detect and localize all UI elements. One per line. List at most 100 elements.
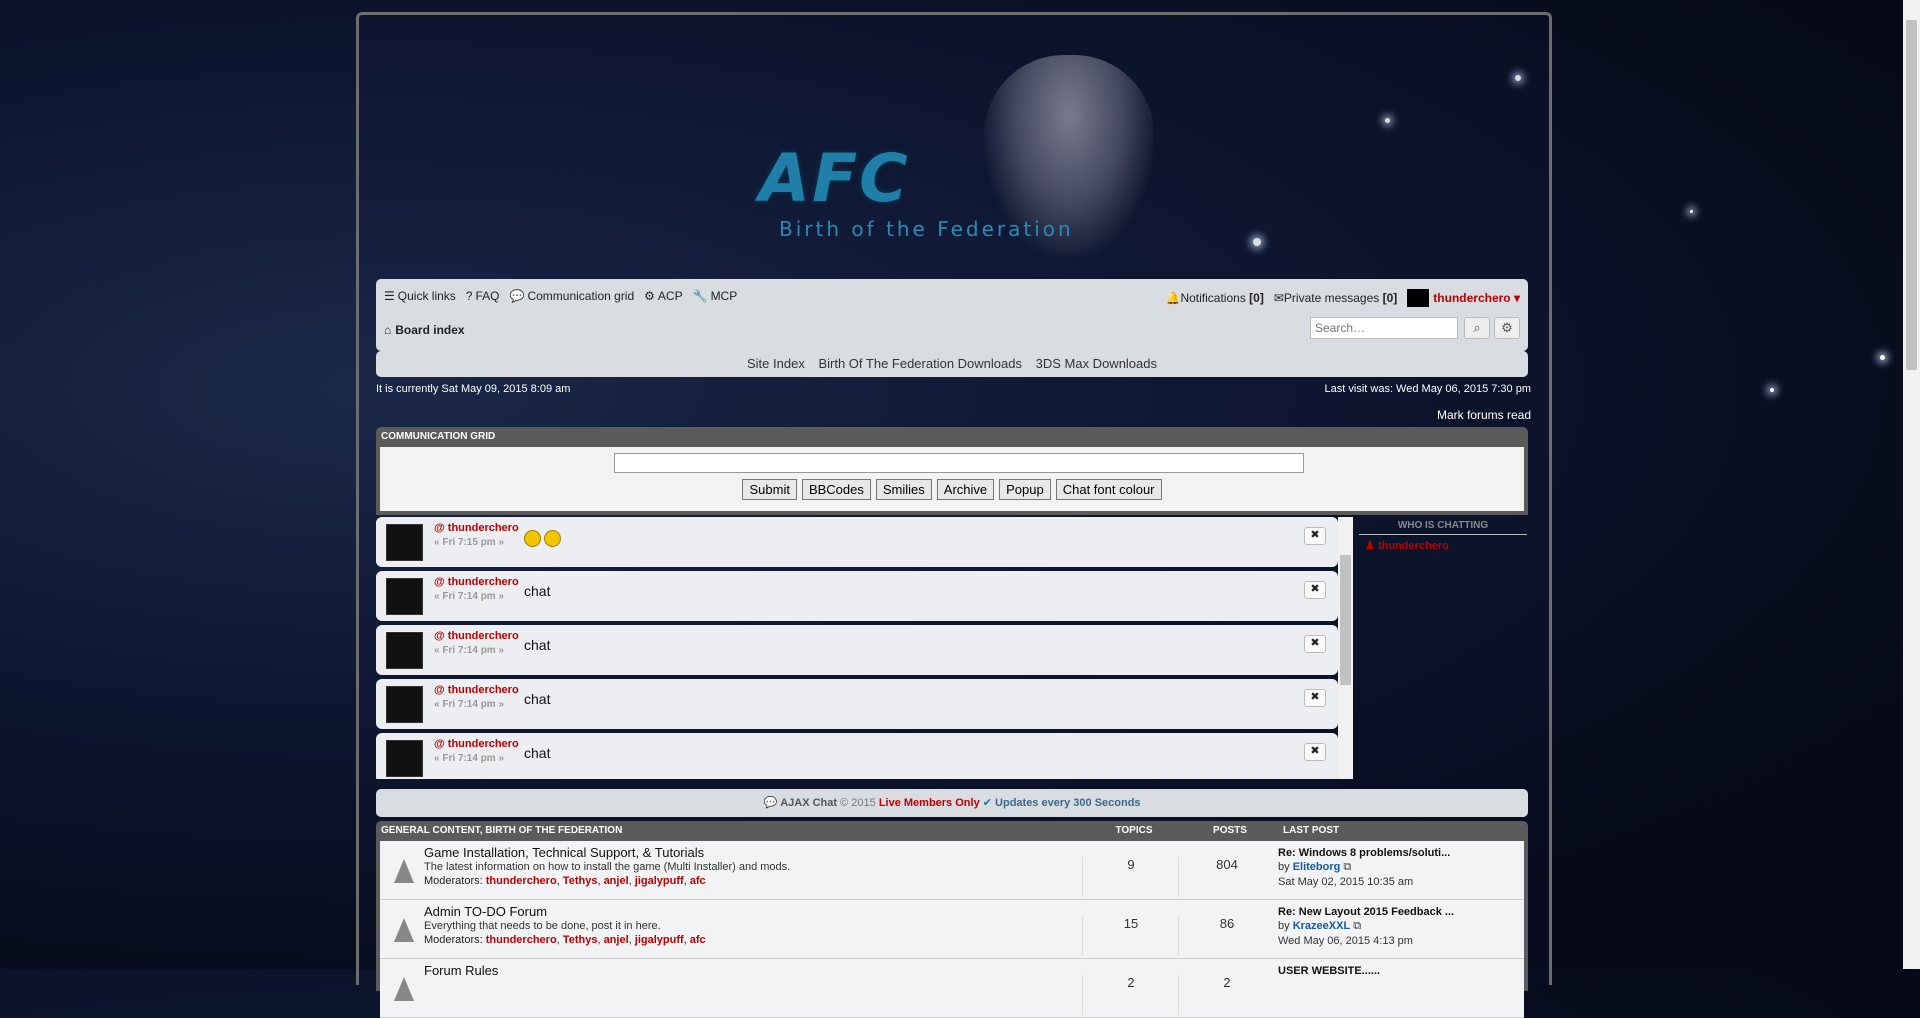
moderator-link[interactable]: thunderchero — [486, 934, 557, 946]
communication-grid-link[interactable]: 💬 Communication grid — [509, 289, 634, 303]
page-scrollbar[interactable] — [1903, 0, 1920, 969]
moderator-link[interactable]: Tethys — [563, 875, 598, 887]
quick-links-label: Quick links — [397, 289, 456, 303]
faq-label: FAQ — [475, 289, 500, 303]
chat-text: chat — [524, 583, 551, 599]
search-input[interactable] — [1310, 317, 1458, 339]
chat-message-list[interactable]: @ thunderchero « Fri 7:15 pm » ✖ @ thund… — [376, 517, 1338, 779]
quick-links-menu[interactable]: ☰ Quick links — [384, 289, 456, 303]
chat-username[interactable]: @ thunderchero — [434, 684, 519, 696]
advanced-search-button[interactable]: ⚙ — [1494, 317, 1520, 339]
last-post: Re: Windows 8 problems/soluti... by Elit… — [1278, 847, 1518, 888]
delete-message-button[interactable]: ✖ — [1304, 743, 1326, 761]
last-post-author[interactable]: Eliteborg — [1293, 861, 1341, 873]
moderator-link[interactable]: anjel — [604, 875, 629, 887]
chat-font-colour-button[interactable]: Chat font colour — [1055, 479, 1162, 500]
scrollbar-thumb[interactable] — [1906, 20, 1917, 370]
mcp-link[interactable]: 🔧 MCP — [693, 289, 738, 303]
forum-moderators: Moderators: thunderchero, Tethys, anjel,… — [424, 875, 706, 887]
forum-row: Game Installation, Technical Support, & … — [380, 841, 1524, 900]
panel-title: COMMUNICATION GRID — [381, 431, 496, 442]
chat-text: chat — [524, 745, 551, 761]
last-post-title[interactable]: Re: Windows 8 problems/soluti... — [1278, 847, 1508, 859]
notifications-link[interactable]: 🔔Notifications [0] — [1166, 291, 1264, 305]
category-title[interactable]: GENERAL CONTENT, BIRTH OF THE FEDERATION — [376, 821, 1086, 841]
last-post-date: Wed May 06, 2015 4:13 pm — [1278, 935, 1413, 947]
chat-username[interactable]: @ thunderchero — [434, 738, 519, 750]
gears-icon: ⚙ — [644, 289, 655, 303]
chat-username[interactable]: @ thunderchero — [434, 630, 519, 642]
board-index-link[interactable]: Board index — [395, 323, 464, 337]
site-logo-subtitle: Birth of the Federation — [779, 217, 1074, 241]
search-button[interactable]: ⌕ — [1464, 317, 1490, 339]
user-icon: ♟ — [1365, 540, 1375, 552]
moderators-label: Moderators: — [424, 934, 483, 946]
moderator-link[interactable]: thunderchero — [486, 875, 557, 887]
forum-title[interactable]: Admin TO-DO Forum — [424, 904, 547, 919]
last-post-author[interactable]: KrazeeXXL — [1293, 920, 1350, 932]
delete-message-button[interactable]: ✖ — [1304, 635, 1326, 653]
site-index-link[interactable]: Site Index — [747, 356, 805, 371]
avatar — [386, 578, 423, 615]
by-label: by — [1278, 861, 1290, 873]
moderator-link[interactable]: Tethys — [563, 934, 598, 946]
chat-username[interactable]: @ thunderchero — [434, 522, 519, 534]
pm-count: [0] — [1382, 291, 1398, 305]
avatar — [386, 740, 423, 777]
chat-text: chat — [524, 691, 551, 707]
topics-count: 15 — [1082, 916, 1179, 956]
site-logo[interactable]: AFC — [759, 140, 910, 217]
ajax-chat-link[interactable]: AJAX Chat — [780, 797, 837, 809]
forum-moderators: Moderators: thunderchero, Tethys, anjel,… — [424, 934, 706, 946]
forum-description: Everything that needs to be done, post i… — [424, 920, 661, 932]
chat-message-input[interactable] — [614, 453, 1304, 473]
bbcodes-button[interactable]: BBCodes — [801, 479, 871, 500]
view-post-icon[interactable]: ⧉ — [1353, 920, 1361, 932]
moderator-link[interactable]: afc — [690, 875, 706, 887]
mark-forums-read-link[interactable]: Mark forums read — [1437, 408, 1531, 422]
delete-message-button[interactable]: ✖ — [1304, 527, 1326, 545]
smiley-icon — [524, 529, 541, 547]
private-messages-label: Private messages — [1283, 291, 1380, 305]
breadcrumb[interactable]: ⌂ Board index — [384, 323, 465, 337]
moderator-link[interactable]: afc — [690, 934, 706, 946]
view-post-icon[interactable]: ⧉ — [1343, 861, 1351, 873]
private-messages-link[interactable]: ✉Private messages [0] — [1274, 291, 1397, 305]
botf-downloads-link[interactable]: Birth Of The Federation Downloads — [818, 356, 1022, 371]
popup-button[interactable]: Popup — [999, 479, 1051, 500]
chat-scrollbar[interactable] — [1338, 517, 1353, 779]
last-post-title[interactable]: Re: New Layout 2015 Feedback ... — [1278, 906, 1508, 918]
smiley-icon — [544, 529, 561, 547]
moderator-link[interactable]: anjel — [604, 934, 629, 946]
delete-message-button[interactable]: ✖ — [1304, 581, 1326, 599]
moderator-link[interactable]: jigalypuff — [635, 875, 684, 887]
username: thunderchero ▾ — [1433, 291, 1520, 305]
scrollbar-thumb[interactable] — [1340, 555, 1351, 685]
last-post-title[interactable]: USER WEBSITE...... — [1278, 965, 1508, 977]
avatar — [386, 632, 423, 669]
chat-message: @ thunderchero « Fri 7:15 pm » ✖ — [376, 517, 1338, 567]
update-interval: Updates every 300 Seconds — [995, 797, 1141, 809]
delete-message-button[interactable]: ✖ — [1304, 689, 1326, 707]
home-icon: ⌂ — [384, 323, 392, 337]
chat-time: « Fri 7:14 pm » — [434, 699, 505, 710]
3ds-max-downloads-link[interactable]: 3DS Max Downloads — [1036, 356, 1157, 371]
moderator-link[interactable]: jigalypuff — [635, 934, 684, 946]
submit-button[interactable]: Submit — [742, 479, 797, 500]
acp-link[interactable]: ⚙ ACP — [644, 289, 682, 303]
archive-button[interactable]: Archive — [936, 479, 995, 500]
chat-username[interactable]: @ thunderchero — [434, 576, 519, 588]
forum-title[interactable]: Forum Rules — [424, 963, 498, 978]
smilies-button[interactable]: Smilies — [875, 479, 932, 500]
chat-bubble-icon: 💬 — [509, 289, 525, 303]
faq-link[interactable]: ? FAQ — [466, 289, 500, 303]
chatting-user[interactable]: ♟ thunderchero — [1359, 539, 1527, 552]
forum-title[interactable]: Game Installation, Technical Support, & … — [424, 845, 704, 860]
live-members-only: Live Members Only — [878, 797, 980, 809]
topics-count: 2 — [1082, 975, 1179, 1015]
chatting-username: thunderchero — [1377, 540, 1449, 552]
forum-description: The latest information on how to install… — [424, 861, 791, 873]
star — [1690, 210, 1693, 213]
user-menu[interactable]: thunderchero ▾ — [1407, 289, 1520, 307]
forum-row: Forum Rules 2 2 USER WEBSITE...... — [380, 959, 1524, 1018]
